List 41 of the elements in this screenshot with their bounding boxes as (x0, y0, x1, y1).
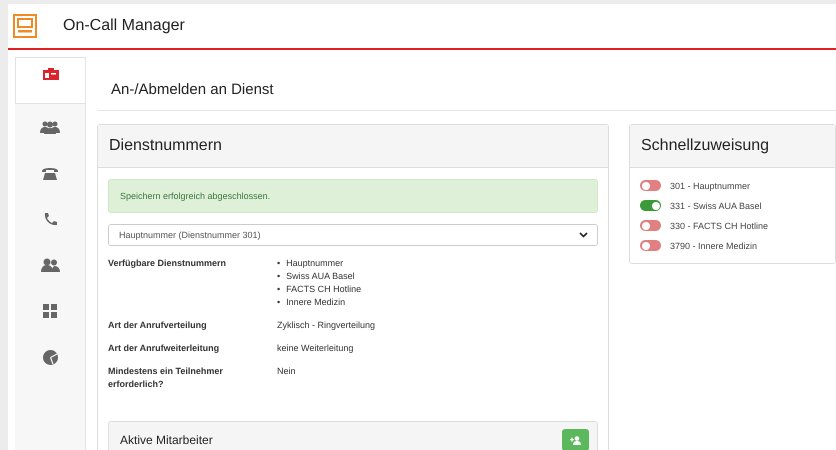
service-select[interactable]: Hauptnummer (Dienstnummer 301) (108, 224, 598, 246)
panel-title: Schnellzuweisung (630, 125, 835, 168)
panel-title: Dienstnummern (98, 125, 608, 168)
page-title: An-/Abmelden an Dienst (97, 57, 836, 111)
detail-value: Zyklisch - Ringverteilung (277, 319, 376, 332)
bullet: • (277, 257, 280, 270)
id-card-icon (42, 68, 58, 80)
toggle-switch[interactable] (640, 220, 661, 231)
success-alert: Speichern erfolgreich abgeschlossen. (108, 179, 598, 213)
bullet: • (277, 270, 280, 283)
logo-icon (13, 14, 37, 38)
sidebar-item[interactable] (15, 57, 85, 104)
detail-label: Art der Anrufverteilung (108, 319, 208, 332)
phone-icon (42, 212, 58, 226)
detail-label: Art der Anrufweiterleitung (108, 342, 220, 355)
telephone-icon (42, 166, 58, 180)
toggle-switch[interactable] (640, 180, 661, 191)
toggle-label: 331 - Swiss AUA Basel (670, 200, 762, 210)
detail-value: keine Weiterleitung (277, 342, 354, 355)
group-icon (40, 120, 60, 134)
detail-label: Mindestens ein Teilnehmer erforderlich? (108, 365, 224, 391)
chevron-down-icon (579, 232, 588, 238)
list-item: Swiss AUA Basel (286, 270, 355, 283)
detail-value: Nein (277, 365, 297, 378)
app-title: On-Call Manager (63, 17, 185, 35)
subpanel-title: Aktive Mitarbeiter (120, 433, 213, 447)
toggle-label: 301 - Hauptnummer (670, 180, 750, 190)
toggle-switch[interactable] (640, 240, 661, 251)
list-item: Hauptnummer (286, 257, 344, 270)
add-user-icon (570, 436, 582, 444)
list-item: Innere Medizin (286, 296, 346, 309)
list-item: FACTS CH Hotline (286, 283, 362, 296)
bullet: • (277, 283, 280, 296)
users-icon (40, 258, 60, 272)
bullet: • (277, 296, 280, 309)
toggle-label: 3790 - Innere Medizin (670, 240, 758, 250)
toggle-label: 330 - FACTS CH Hotline (670, 220, 768, 230)
grid-icon (43, 304, 57, 318)
detail-label: Verfügbare Dienstnummern (108, 257, 228, 270)
pie-chart-icon (42, 350, 58, 364)
toggle-switch[interactable] (640, 200, 661, 211)
